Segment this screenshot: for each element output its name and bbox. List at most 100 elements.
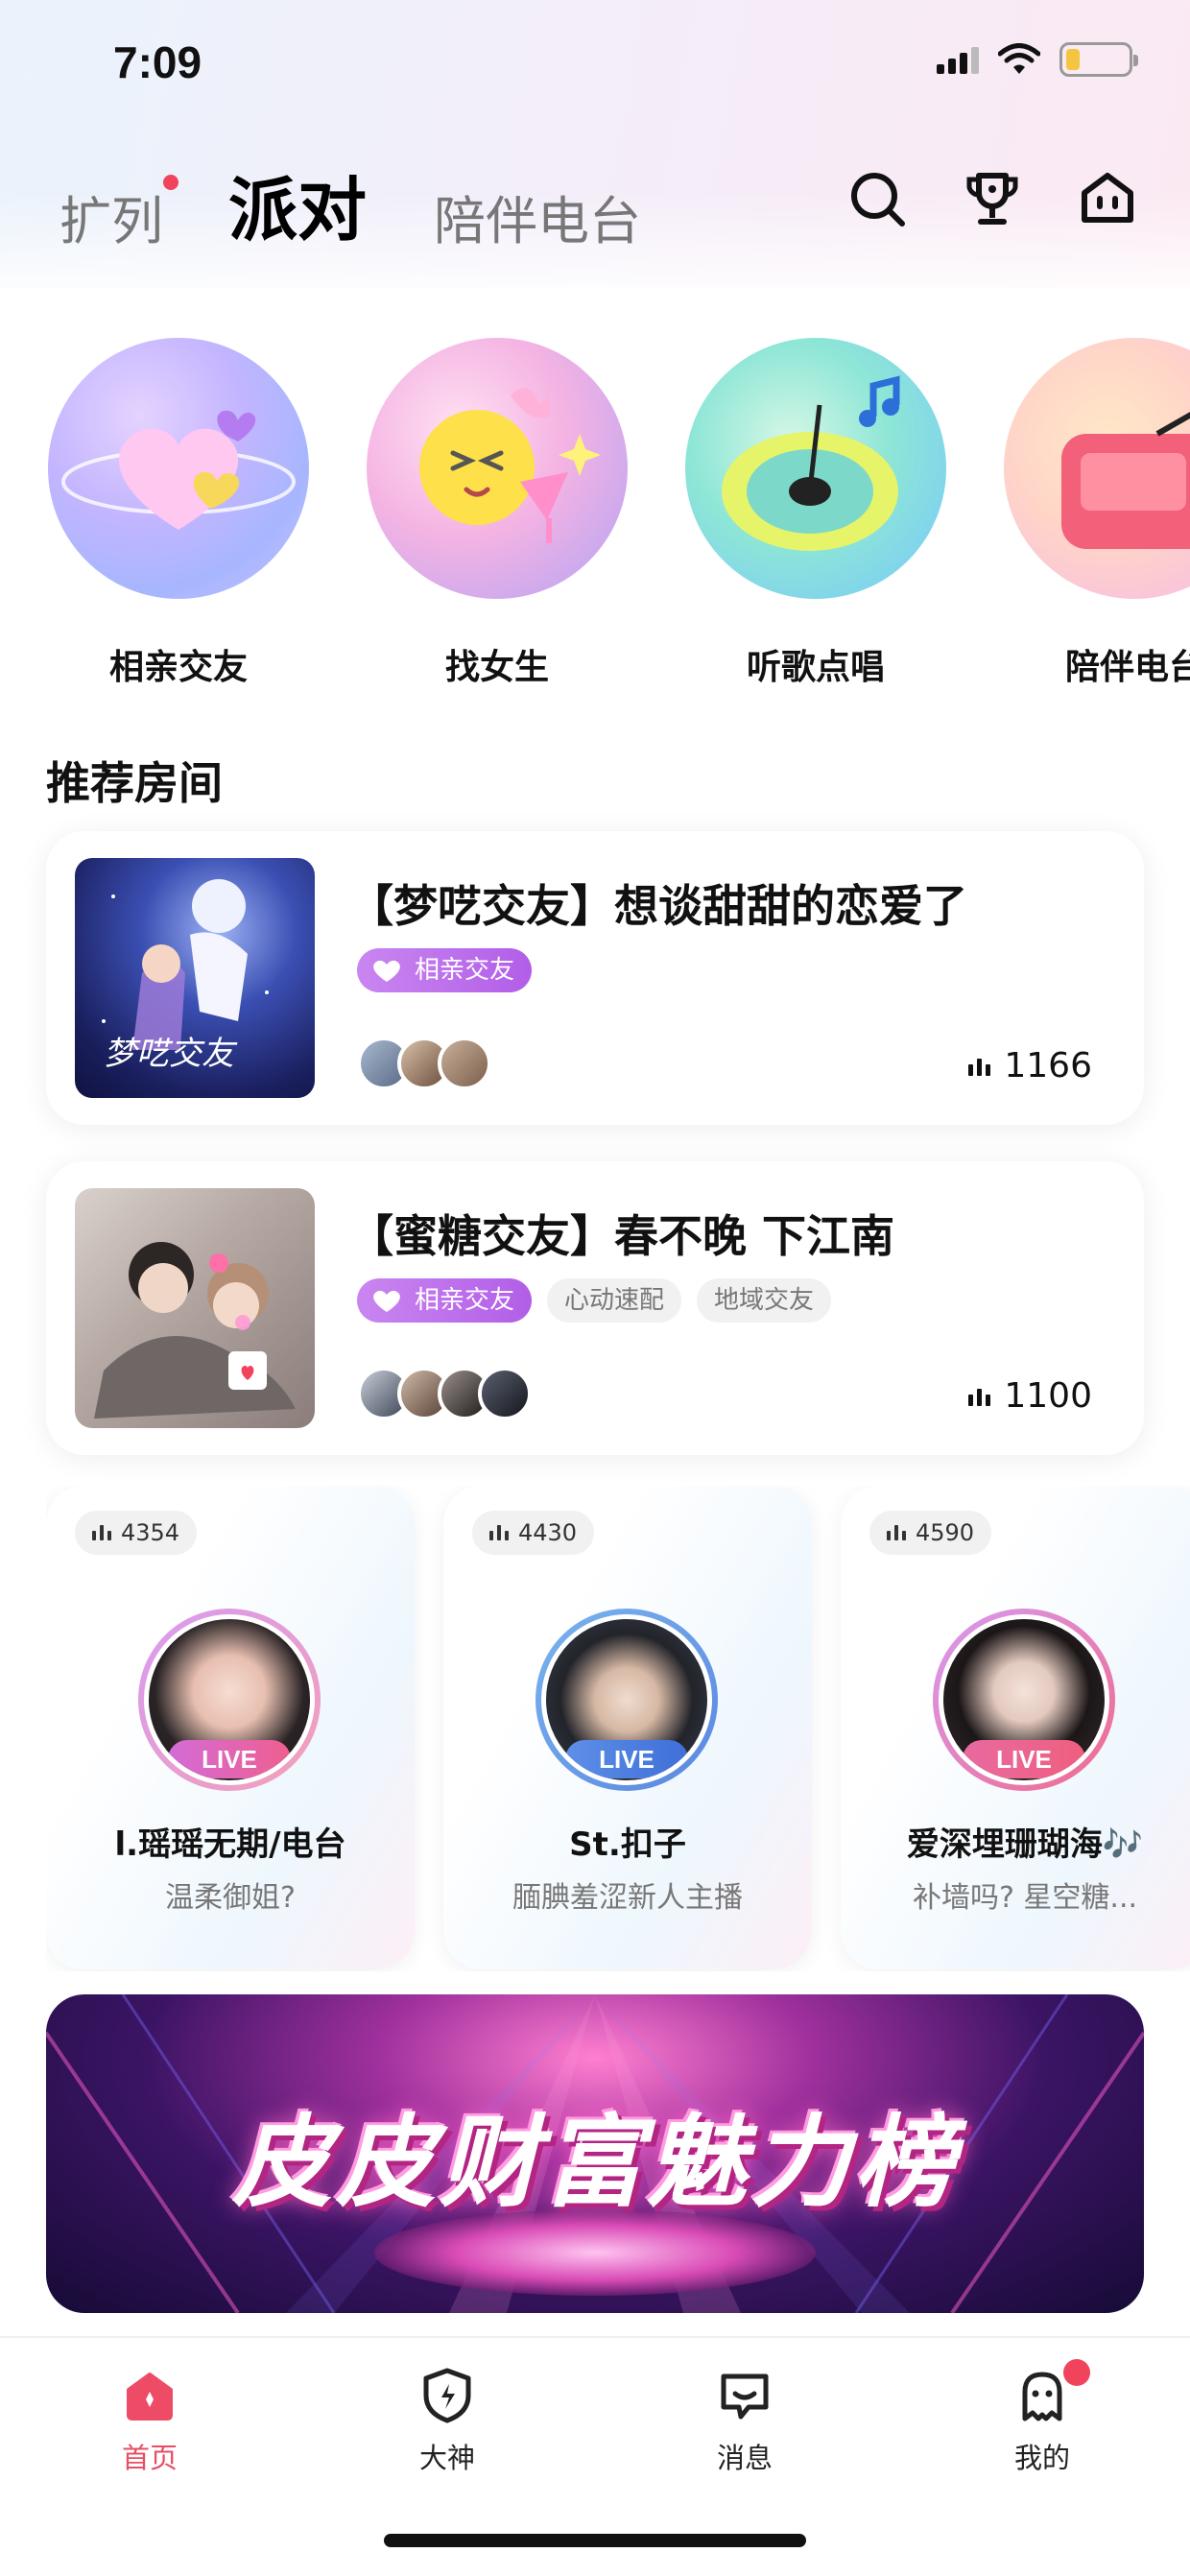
live-avatar-ring: LIVE <box>138 1609 321 1791</box>
nav-messages-label: 消息 <box>716 2442 773 2474</box>
live-streamer-name: 爱深埋珊瑚海🎶 <box>906 1825 1144 1864</box>
tab-kuolie[interactable]: 扩列 <box>60 175 178 254</box>
avatar: LIVE <box>144 1614 315 1785</box>
room-tag-label: 相亲交友 <box>415 956 515 985</box>
live-viewer-badge: 4590 <box>869 1511 992 1555</box>
category-companion-radio-label: 陪伴电台 <box>1064 648 1190 687</box>
live-avatar-ring: LIVE <box>536 1609 718 1791</box>
search-icon[interactable] <box>846 168 908 229</box>
room-member-avatars <box>357 1037 491 1090</box>
battery-icon <box>1059 42 1138 77</box>
live-label: LIVE <box>963 1740 1085 1778</box>
category-find-girls[interactable]: 找女生 <box>353 338 641 689</box>
category-song-request-label: 听歌点唱 <box>746 648 885 687</box>
status-time: 7:09 <box>113 37 202 87</box>
room-popularity: 1166 <box>968 1046 1092 1085</box>
live-streamer-desc: 温柔御姐? <box>165 1881 296 1915</box>
live-streamer-desc: 补墙吗? 星空糖... <box>912 1881 1138 1915</box>
live-label: LIVE <box>565 1740 688 1778</box>
room-tag: 地域交友 <box>697 1278 832 1323</box>
nav-messages[interactable]: 消息 <box>668 2365 821 2476</box>
category-dating[interactable]: 相亲交友 <box>35 338 322 689</box>
live-card[interactable]: 4354 LIVE l.瑶瑶无期/电台 温柔御姐? <box>46 1486 415 1969</box>
room-tag: 心动速配 <box>547 1278 682 1323</box>
popularity-bars-icon <box>92 1525 111 1540</box>
live-label: LIVE <box>168 1740 291 1778</box>
tab-kuolie-label: 扩列 <box>60 191 163 251</box>
tab-party-label: 派对 <box>228 170 368 250</box>
room-popularity-count: 1100 <box>1004 1376 1092 1416</box>
live-streamer-name: l.瑶瑶无期/电台 <box>114 1825 346 1864</box>
tab-companion-radio-label: 陪伴电台 <box>434 191 642 251</box>
room-tag-primary: 相亲交友 <box>357 948 533 992</box>
category-find-girls-label: 找女生 <box>444 648 549 687</box>
room-member-avatars <box>357 1367 532 1420</box>
live-viewer-badge: 4430 <box>472 1511 595 1555</box>
wifi-icon <box>998 43 1040 74</box>
nav-master[interactable]: 大神 <box>370 2365 524 2476</box>
banner-title: 皮皮财富魅力榜 <box>231 2104 958 2221</box>
popularity-bars-icon <box>968 1387 991 1406</box>
avatar <box>478 1367 532 1420</box>
avatar: LIVE <box>541 1614 712 1785</box>
svg-text:梦呓交友: 梦呓交友 <box>104 1035 238 1073</box>
nav-profile-label: 我的 <box>1013 2442 1070 2474</box>
status-icons <box>937 42 1138 77</box>
live-card[interactable]: 4590 LIVE 爱深埋珊瑚海🎶 补墙吗? 星空糖... <box>841 1486 1190 1969</box>
live-avatar-ring: LIVE <box>933 1609 1115 1791</box>
room-card[interactable]: 【蜜糖交友】春不晚 下江南 相亲交友 心动速配 地域交友 1100 <box>46 1161 1144 1455</box>
bottom-nav: 首页 大神 消息 我的 <box>0 2336 1190 2576</box>
category-song-request[interactable]: 听歌点唱 <box>672 338 960 689</box>
heart-icon <box>373 1290 400 1312</box>
room-title: 【梦呓交友】想谈甜甜的恋爱了 <box>349 880 967 932</box>
live-streamer-desc: 腼腆羞涩新人主播 <box>512 1881 743 1915</box>
trophy-icon[interactable] <box>962 168 1023 229</box>
shield-bolt-icon <box>423 2368 471 2423</box>
live-streamer-name: St.扣子 <box>569 1825 686 1864</box>
tab-party[interactable]: 派对 <box>228 154 367 254</box>
room-tag-primary: 相亲交友 <box>357 1278 533 1323</box>
category-row: 相亲交友 找女生 听歌点唱 陪伴电台 <box>0 338 1190 703</box>
header-actions <box>846 168 1138 229</box>
nav-profile[interactable]: 我的 <box>965 2359 1119 2476</box>
live-viewer-badge: 4354 <box>75 1511 198 1555</box>
room-popularity: 1100 <box>968 1376 1092 1416</box>
live-viewer-count: 4430 <box>518 1519 578 1546</box>
live-streamers-row: 4354 LIVE l.瑶瑶无期/电台 温柔御姐? 4430 LIVE St.扣… <box>46 1486 1190 1971</box>
girl-face-icon <box>367 338 628 599</box>
chat-bubble-icon <box>721 2373 769 2420</box>
top-tabs: 扩列 派对 陪伴电台 <box>60 154 641 254</box>
room-card[interactable]: 梦呓交友 【梦呓交友】想谈甜甜的恋爱了 相亲交友 1166 <box>46 831 1144 1125</box>
category-dating-label: 相亲交友 <box>108 648 248 687</box>
popularity-bars-icon <box>489 1525 509 1540</box>
popularity-bars-icon <box>887 1525 906 1540</box>
live-viewer-count: 4354 <box>121 1519 180 1546</box>
avatar: LIVE <box>939 1614 1109 1785</box>
room-cover-image <box>75 1188 315 1428</box>
radio-icon <box>1004 338 1190 599</box>
leaderboard-banner[interactable]: 皮皮财富魅力榜 <box>46 1994 1144 2313</box>
room-title: 【蜜糖交友】春不晚 下江南 <box>349 1210 895 1262</box>
popularity-bars-icon <box>968 1057 991 1076</box>
nav-home-label: 首页 <box>121 2442 178 2474</box>
heart-icon <box>373 960 400 982</box>
category-companion-radio[interactable]: 陪伴电台 <box>990 338 1190 689</box>
recommended-rooms-title: 推荐房间 <box>46 757 223 809</box>
cellular-signal-icon <box>937 45 979 74</box>
room-tag-label: 相亲交友 <box>415 1286 515 1315</box>
room-popularity-count: 1166 <box>1004 1046 1092 1085</box>
room-cover-image: 梦呓交友 <box>75 858 315 1098</box>
nav-home[interactable]: 首页 <box>73 2365 226 2476</box>
room-tags: 相亲交友 <box>357 948 533 992</box>
avatar <box>438 1037 491 1090</box>
nav-master-label: 大神 <box>418 2442 475 2474</box>
home-room-icon[interactable] <box>1077 168 1138 229</box>
tab-companion-radio[interactable]: 陪伴电台 <box>434 179 641 254</box>
vinyl-music-icon <box>685 338 946 599</box>
notification-dot <box>1063 2359 1090 2386</box>
notification-dot <box>163 175 178 190</box>
home-icon <box>127 2373 173 2421</box>
room-tags: 相亲交友 心动速配 地域交友 <box>357 1278 832 1323</box>
home-indicator[interactable] <box>384 2534 806 2547</box>
live-card[interactable]: 4430 LIVE St.扣子 腼腆羞涩新人主播 <box>443 1486 812 1969</box>
